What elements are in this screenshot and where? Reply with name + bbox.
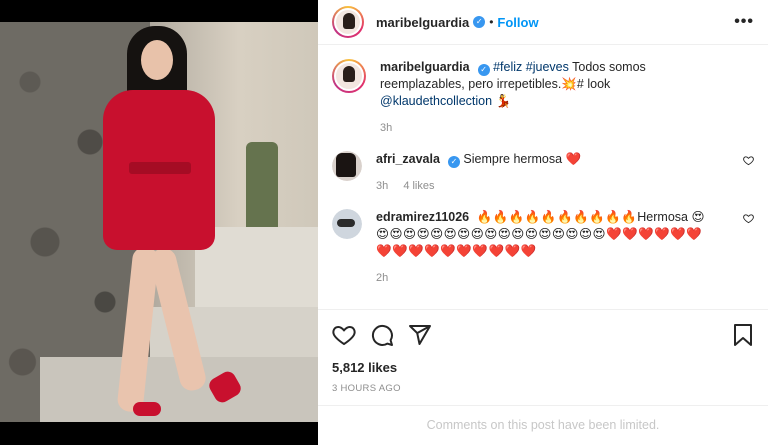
caption-avatar[interactable] [332, 59, 366, 93]
caption: maribelguardia ✓ #feliz #jueves Todos som… [332, 59, 754, 137]
post-image[interactable] [0, 22, 318, 422]
post-photo-area [0, 0, 318, 445]
leg [147, 246, 209, 393]
comment-time[interactable]: 2h [376, 272, 388, 284]
comment-time[interactable]: 3h [376, 180, 388, 192]
verified-badge-icon: ✓ [473, 16, 486, 28]
hashtag-feliz[interactable]: #feliz [493, 60, 522, 74]
hashtag-jueves[interactable]: #jueves [526, 60, 569, 74]
comment-meta: 2h [376, 270, 716, 287]
shoe [133, 402, 161, 416]
comment-text: Siempre hermosa ❤️ [463, 152, 582, 166]
commenter-avatar[interactable] [332, 209, 362, 239]
comment-likes[interactable]: 4 likes [403, 180, 434, 192]
comment-item: edramirez11026 🔥🔥🔥🔥🔥🔥🔥🔥🔥🔥Hermosa 😍😍😍😍😍😍😍… [332, 209, 754, 287]
verified-badge-icon: ✓ [477, 64, 490, 76]
dot-separator: • [489, 15, 494, 29]
caption-time[interactable]: 3h [380, 122, 392, 134]
comments-list[interactable]: maribelguardia ✓ #feliz #jueves Todos som… [318, 45, 768, 310]
face [141, 40, 173, 80]
comment-text-fire: 🔥🔥🔥🔥🔥🔥🔥🔥🔥🔥 [476, 210, 638, 224]
post-actions: 5,812 likes 3 HOURS AGO [318, 309, 768, 394]
author-avatar[interactable] [332, 6, 364, 38]
share-send-icon[interactable] [408, 323, 432, 347]
like-heart-icon[interactable] [332, 323, 356, 347]
action-icons [332, 322, 754, 348]
caption-meta: 3h [380, 120, 720, 137]
like-comment-heart-icon[interactable] [743, 155, 754, 169]
post-side-panel: maribelguardia ✓ • Follow ••• maribelgua… [318, 0, 768, 445]
comment-item: afri_zavala ✓ Siempre hermosa ❤️ 3h 4 lik… [332, 151, 754, 195]
commenter-username[interactable]: afri_zavala [376, 152, 440, 166]
likes-count[interactable]: 5,812 likes [332, 360, 754, 375]
caption-text-look: look [587, 77, 611, 91]
comments-limited-notice: Comments on this post have been limited. [318, 405, 768, 445]
commenter-avatar[interactable] [332, 151, 362, 181]
save-bookmark-icon[interactable] [732, 323, 754, 347]
more-options-icon[interactable]: ••• [734, 13, 754, 31]
comment-meta: 3h 4 likes [376, 178, 716, 195]
post-viewer: maribelguardia ✓ • Follow ••• maribelgua… [0, 0, 768, 445]
comment-text-word: Hermosa [637, 210, 688, 224]
mention-link[interactable]: @klaudethcollection [380, 94, 492, 108]
like-comment-heart-icon[interactable] [743, 213, 754, 227]
post-header: maribelguardia ✓ • Follow ••• [318, 0, 768, 45]
comment-body: edramirez11026 🔥🔥🔥🔥🔥🔥🔥🔥🔥🔥Hermosa 😍😍😍😍😍😍😍… [376, 209, 716, 287]
caption-username[interactable]: maribelguardia [380, 60, 470, 74]
caption-body: maribelguardia ✓ #feliz #jueves Todos som… [380, 59, 720, 137]
caption-emoji: 💃 [495, 94, 512, 108]
belt [129, 162, 191, 174]
follow-button[interactable]: Follow [497, 15, 538, 30]
commenter-username[interactable]: edramirez11026 [376, 210, 469, 224]
woman-figure [95, 22, 244, 422]
post-timestamp[interactable]: 3 HOURS AGO [332, 383, 754, 394]
author-username[interactable]: maribelguardia [376, 15, 469, 30]
comment-body: afri_zavala ✓ Siempre hermosa ❤️ 3h 4 lik… [376, 151, 716, 195]
verified-badge-icon: ✓ [447, 156, 460, 168]
comment-bubble-icon[interactable] [370, 323, 394, 347]
